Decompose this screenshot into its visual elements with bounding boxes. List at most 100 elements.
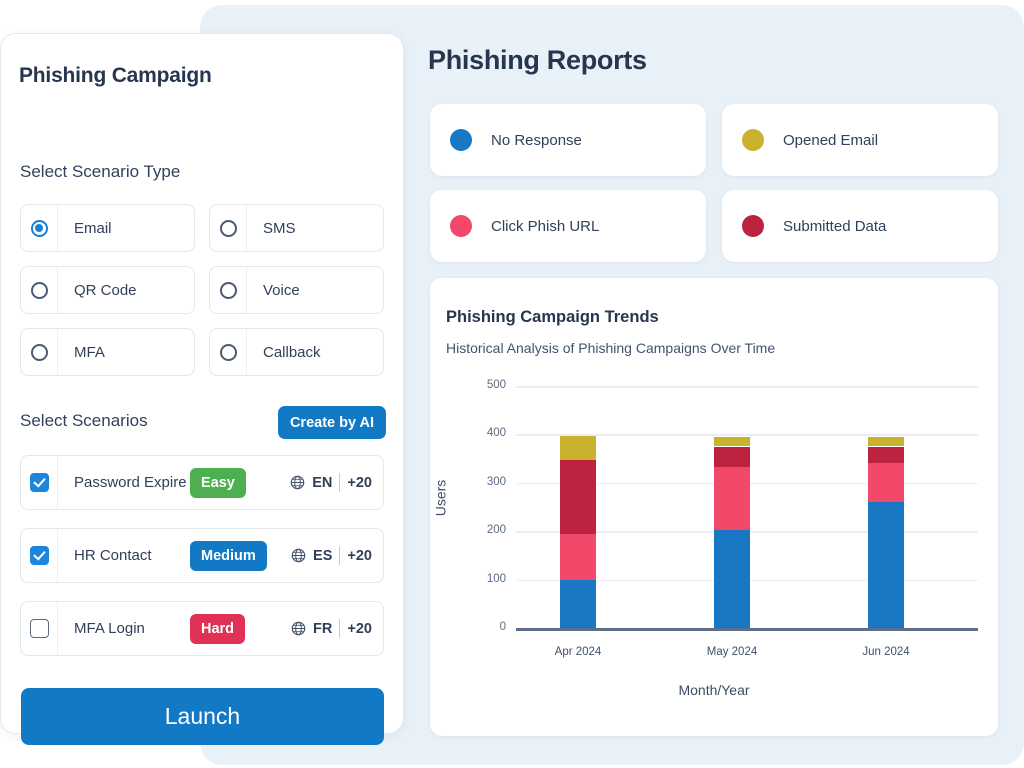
divider	[339, 473, 341, 492]
radio-cell[interactable]	[210, 205, 247, 251]
radio-cell[interactable]	[21, 329, 58, 375]
scenario-type-option-callback[interactable]: Callback	[209, 328, 384, 376]
legend-color-dot	[450, 215, 472, 237]
scenario-type-grid: Email SMS QR Code Voice MFA Callback	[20, 204, 384, 376]
checkbox-cell[interactable]	[21, 602, 58, 655]
radio-cell[interactable]	[210, 267, 247, 313]
language-group[interactable]: ES +20	[291, 546, 372, 565]
bar-segment[interactable]	[868, 502, 904, 628]
radio-icon[interactable]	[30, 219, 48, 237]
scenario-type-label-text: Email	[74, 219, 112, 237]
more-languages-count: +20	[347, 547, 372, 564]
bar-chart-plot: Users Month/Year 0 100 200 300 400 500 Apr 202…	[430, 278, 998, 736]
more-languages-count: +20	[347, 474, 372, 491]
y-axis-tick-label: 300	[486, 475, 506, 488]
legend-card-click-phish-url[interactable]: Click Phish URL	[430, 190, 706, 262]
legend-card-grid: No Response Opened Email Click Phish URL Su…	[430, 104, 998, 262]
y-axis-tick-label: 200	[486, 524, 506, 537]
language-group[interactable]: EN +20	[290, 473, 372, 492]
chart-card: Phishing Campaign Trends Historical Anal…	[430, 278, 998, 736]
radio-icon[interactable]	[30, 343, 48, 361]
difficulty-badge: Hard	[190, 613, 246, 644]
bar-segment[interactable]	[714, 530, 750, 628]
reports-title: Phishing Reports	[428, 45, 647, 75]
scenario-type-label-text: MFA	[74, 343, 105, 361]
globe-icon	[291, 621, 306, 636]
legend-label: Click Phish URL	[491, 217, 600, 235]
legend-label: Submitted Data	[783, 217, 887, 235]
phishing-campaign-card: Phishing Campaign Select Scenario Type E…	[0, 33, 404, 745]
scenario-type-option-voice[interactable]: Voice	[209, 266, 384, 314]
radio-icon[interactable]	[30, 281, 48, 299]
scenario-row[interactable]: Password Expire Easy EN +20	[20, 455, 384, 510]
radio-icon[interactable]	[219, 343, 237, 361]
radio-cell[interactable]	[21, 267, 58, 313]
x-axis-tick-label: Jun 2024	[862, 646, 910, 658]
x-axis-tick-label: Apr 2024	[554, 646, 602, 658]
select-scenarios-label: Select Scenarios	[20, 411, 148, 430]
gridline	[516, 386, 978, 388]
scenario-type-label-text: QR Code	[74, 281, 137, 299]
difficulty-badge: Medium	[190, 540, 267, 571]
y-axis-tick-label: 0	[499, 621, 506, 633]
bar-segment[interactable]	[560, 435, 596, 460]
divider	[339, 619, 341, 638]
legend-card-opened-email[interactable]: Opened Email	[722, 104, 998, 176]
checkbox-icon[interactable]	[29, 546, 49, 565]
y-axis-label: Users	[432, 479, 449, 517]
globe-icon	[291, 548, 306, 563]
scenario-type-label-text: SMS	[263, 219, 296, 237]
difficulty-badge: Easy	[190, 467, 246, 498]
bar-segment[interactable]	[560, 459, 596, 534]
scenario-row[interactable]: HR Contact Medium ES +20	[20, 528, 384, 583]
language-code: ES	[313, 547, 333, 564]
app-root: Phishing Campaign Select Scenario Type E…	[0, 0, 1024, 768]
legend-label: No Response	[491, 131, 582, 149]
bar-segment[interactable]	[868, 463, 904, 503]
x-axis-tick-label: May 2024	[706, 646, 758, 658]
radio-icon[interactable]	[219, 281, 237, 299]
checkbox-icon[interactable]	[29, 473, 49, 492]
scenario-type-label-text: Callback	[263, 343, 321, 361]
checkbox-icon[interactable]	[29, 619, 49, 638]
bar-segment[interactable]	[714, 466, 750, 531]
launch-button[interactable]: Launch	[21, 688, 384, 745]
scenario-name: MFA Login	[74, 620, 145, 637]
legend-color-dot	[742, 215, 764, 237]
x-axis-label: Month/Year	[678, 682, 750, 698]
create-by-ai-button[interactable]: Create by AI	[278, 406, 386, 439]
bar-segment[interactable]	[560, 579, 596, 628]
y-axis-tick-label: 400	[486, 427, 506, 440]
radio-icon[interactable]	[219, 219, 237, 237]
legend-color-dot	[450, 129, 472, 151]
scenario-list: Password Expire Easy EN +20 HR Contact Medium…	[20, 455, 384, 674]
scenario-type-label: Select Scenario Type	[20, 162, 181, 181]
radio-cell[interactable]	[210, 329, 247, 375]
bar-segment[interactable]	[868, 436, 904, 447]
language-code: FR	[313, 620, 333, 637]
scenario-type-option-mfa[interactable]: MFA	[20, 328, 195, 376]
divider	[339, 546, 341, 565]
globe-icon	[290, 475, 305, 490]
scenario-name: HR Contact	[74, 547, 152, 564]
bar-segment[interactable]	[714, 436, 750, 447]
legend-card-no-response[interactable]: No Response	[430, 104, 706, 176]
legend-card-submitted-data[interactable]: Submitted Data	[722, 190, 998, 262]
bar-segment[interactable]	[868, 446, 904, 464]
scenario-type-option-sms[interactable]: SMS	[209, 204, 384, 252]
language-group[interactable]: FR +20	[291, 619, 372, 638]
legend-color-dot	[742, 129, 764, 151]
bar-segment[interactable]	[560, 533, 596, 580]
language-code: EN	[312, 474, 333, 491]
scenario-type-option-email[interactable]: Email	[20, 204, 195, 252]
bar-segment[interactable]	[714, 446, 750, 467]
more-languages-count: +20	[347, 620, 372, 637]
y-axis-tick-label: 500	[486, 379, 506, 391]
scenario-name: Password Expire	[74, 474, 187, 491]
checkbox-cell[interactable]	[21, 456, 58, 509]
scenario-row[interactable]: MFA Login Hard FR +20	[20, 601, 384, 656]
checkbox-cell[interactable]	[21, 529, 58, 582]
radio-cell[interactable]	[21, 205, 58, 251]
scenario-type-option-qr-code[interactable]: QR Code	[20, 266, 195, 314]
page-title: Phishing Campaign	[19, 64, 212, 87]
